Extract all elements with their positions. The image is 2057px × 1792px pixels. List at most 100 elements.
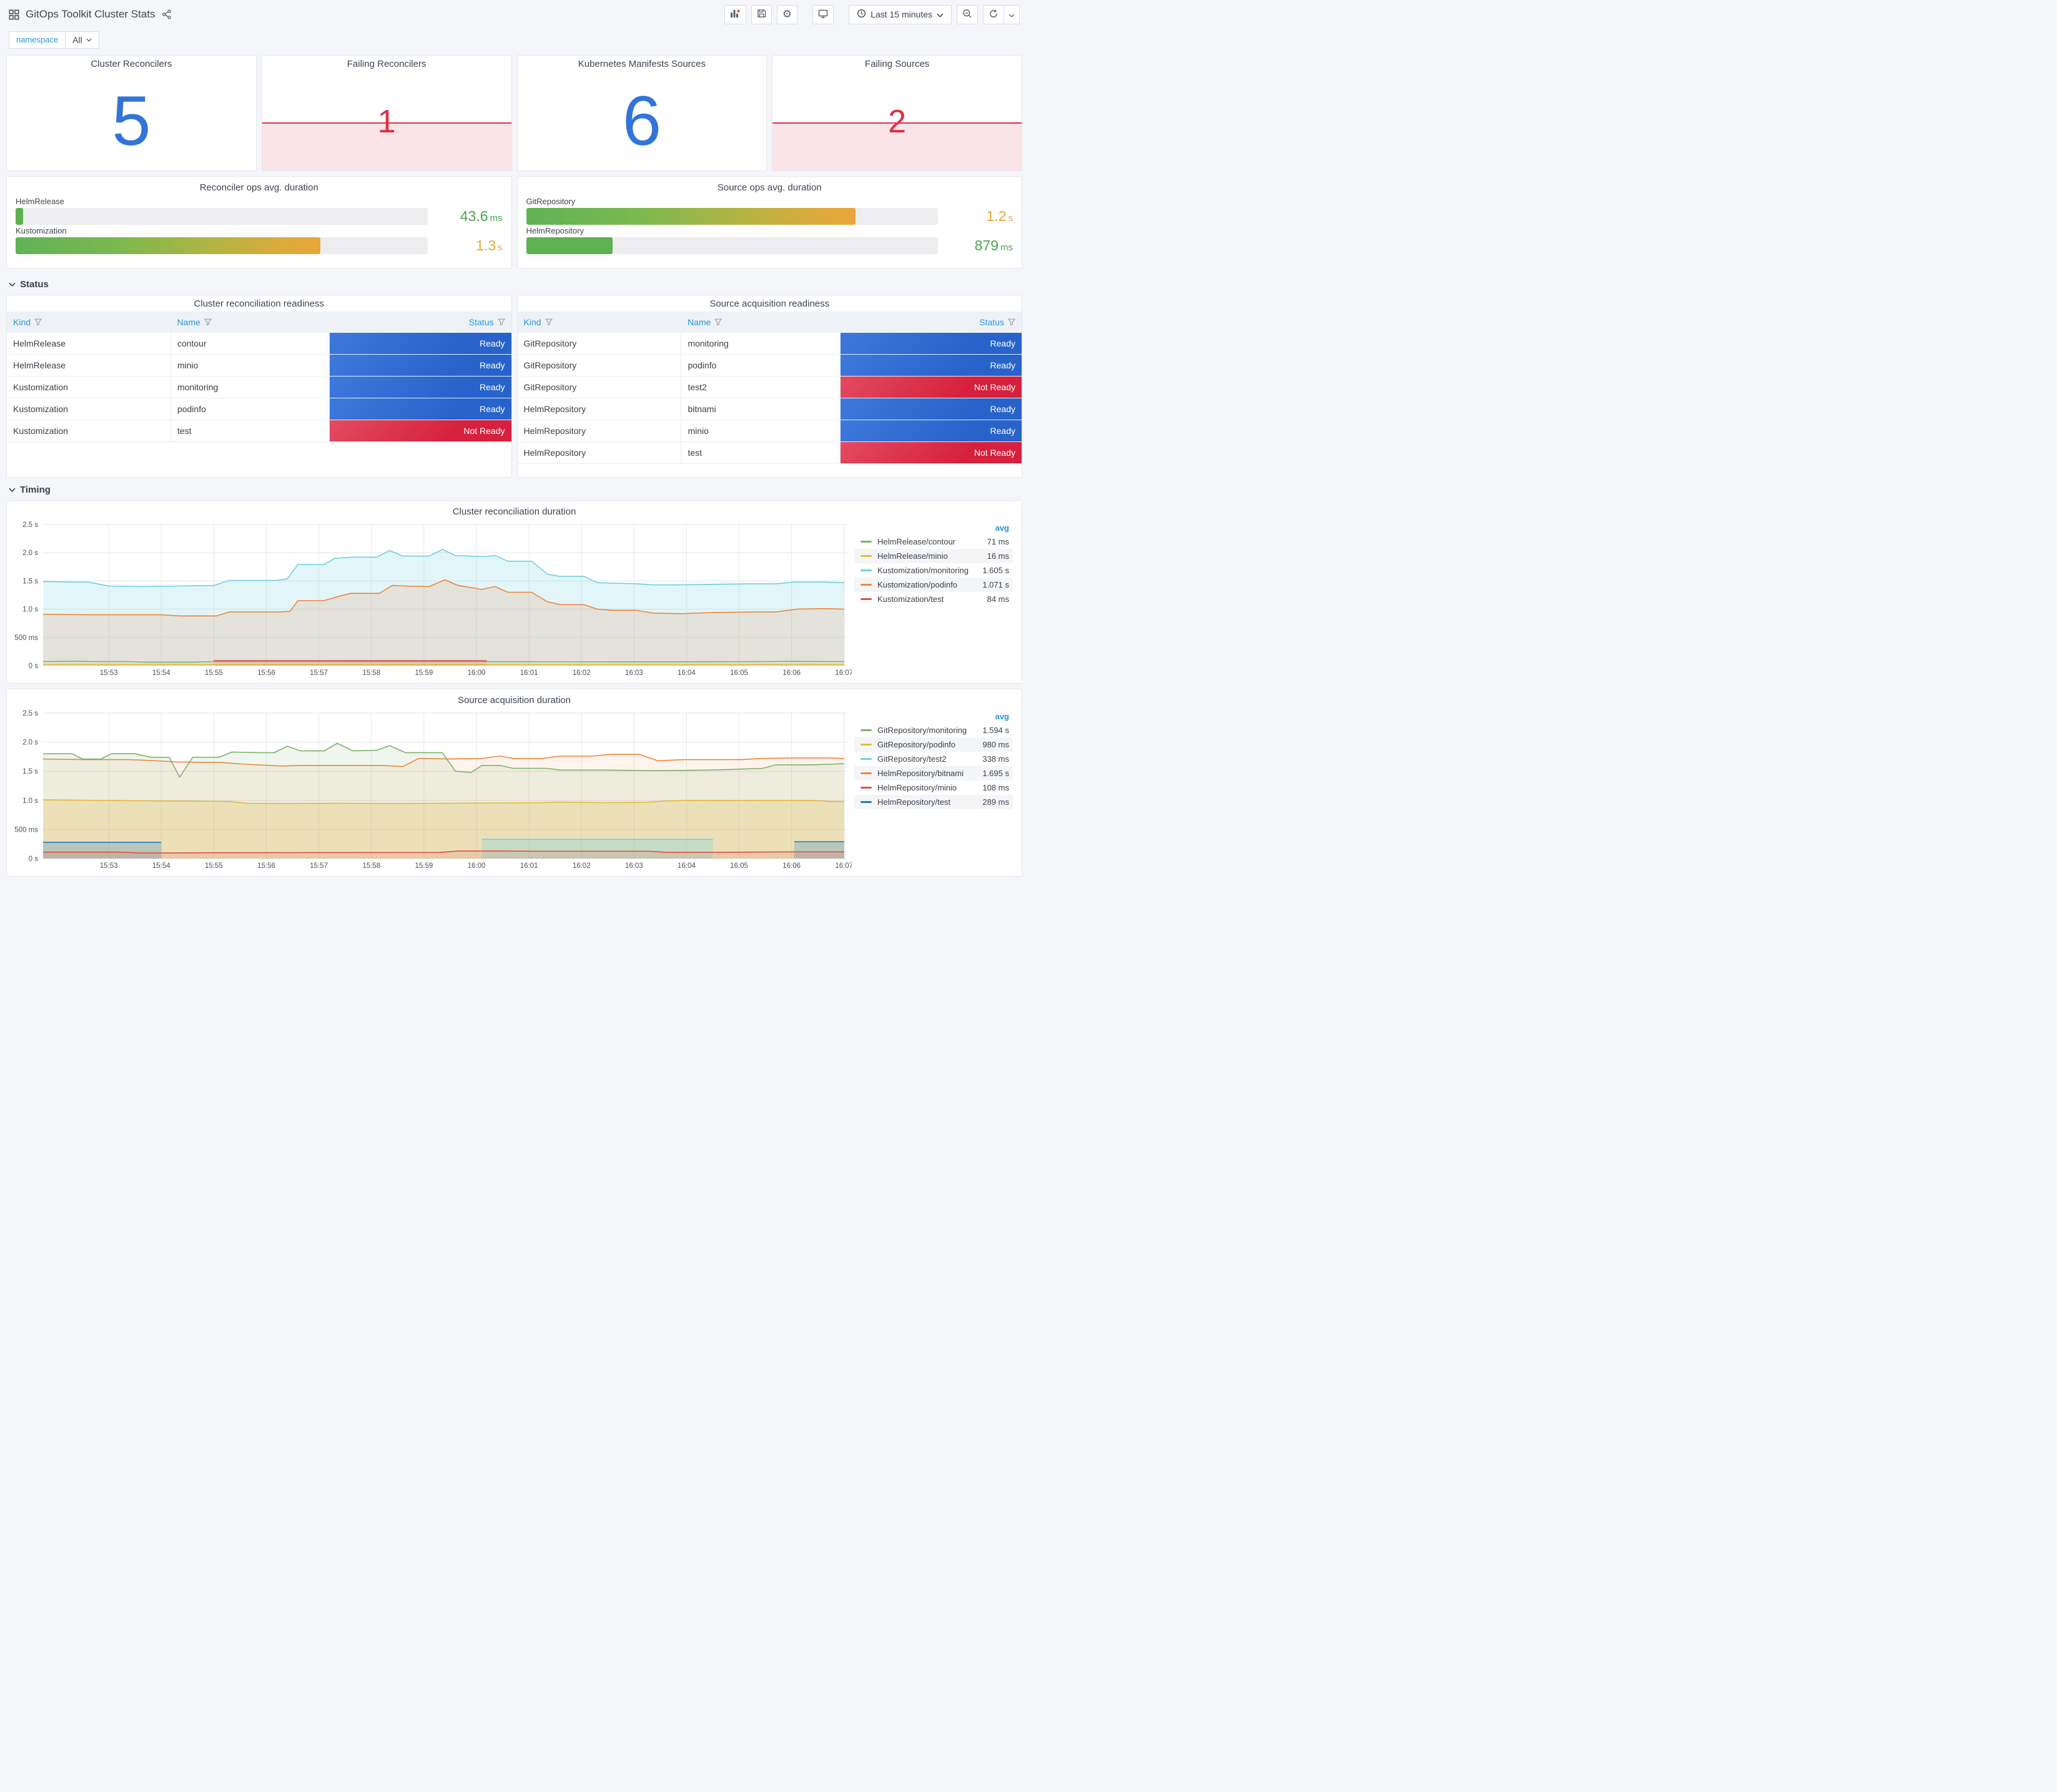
legend-series-avg: 1.594 s [982, 726, 1009, 735]
cell-status: Ready [840, 354, 1022, 377]
plot-area: 0 s 500 ms 1.0 s 1.5 s 2.0 s 2.5 s 15:53 15:54 1… [12, 519, 852, 678]
legend-series-label: GitRepository/monitoring [877, 726, 967, 735]
filter-funnel-icon[interactable] [204, 318, 212, 326]
share-icon[interactable] [162, 9, 172, 19]
plot-area: 0 s 500 ms 1.0 s 1.5 s 2.0 s 2.5 s 15:53 15:54 1… [12, 708, 852, 871]
gauge-value-number: 1.2 [986, 208, 1007, 224]
add-panel-button[interactable] [724, 4, 746, 24]
panel-title[interactable]: Source ops avg. duration [526, 179, 1014, 195]
column-header-name[interactable]: Name [681, 312, 841, 333]
filter-funnel-icon[interactable] [545, 318, 553, 326]
panel-title[interactable]: Source acquisition duration [12, 692, 1017, 708]
cell-status: Ready [329, 354, 511, 377]
table-row: HelmRelease contour Ready [7, 333, 511, 355]
filter-funnel-icon[interactable] [1008, 318, 1015, 326]
variable-value-dropdown[interactable]: All [66, 31, 99, 49]
legend-item[interactable]: GitRepository/podinfo 980 ms [854, 737, 1013, 752]
gauge-value-unit: s [498, 242, 503, 253]
readiness-table: Kind Name Status HelmRelease contour Ready Hel… [7, 312, 511, 442]
table-row: GitRepository monitoring Ready [517, 333, 1022, 355]
legend-item[interactable]: Kustomization/monitoring 1.605 s [854, 563, 1013, 578]
cell-name: contour [170, 333, 330, 355]
dashboard-submenu: namespace All [0, 29, 1028, 55]
legend-item[interactable]: HelmRepository/test 289 ms [854, 795, 1013, 809]
legend-item[interactable]: HelmRepository/bitnami 1.695 s [854, 766, 1013, 780]
panel-title[interactable]: Cluster Reconcilers [7, 56, 256, 72]
stat-panel-1: Failing Reconcilers 1 [261, 55, 512, 171]
panel-title[interactable]: Kubernetes Manifests Sources [518, 56, 767, 72]
filter-funnel-icon[interactable] [497, 318, 505, 326]
gauge-fill [526, 208, 856, 225]
zoom-out-button[interactable] [957, 4, 978, 24]
cell-status: Not Ready [840, 376, 1022, 398]
legend-item[interactable]: HelmRelease/contour 71 ms [854, 534, 1013, 549]
column-header-status[interactable]: Status [329, 312, 511, 333]
legend-item[interactable]: GitRepository/monitoring 1.594 s [854, 723, 1013, 737]
refresh-button[interactable] [983, 4, 1004, 24]
gauge-label: GitRepository [526, 197, 576, 206]
stat-panels-row: Cluster Reconcilers 5 Failing Reconcilers 1… [6, 55, 1022, 171]
cell-kind: GitRepository [517, 376, 682, 398]
legend-item[interactable]: Kustomization/test 84 ms [854, 592, 1013, 606]
panel-title[interactable]: Source acquisition readiness [518, 295, 1022, 312]
status-badge: Not Ready [330, 420, 511, 441]
cycle-view-button[interactable] [812, 4, 834, 24]
cell-name: minio [170, 354, 330, 377]
column-header-label: Name [687, 317, 711, 327]
gauge-value: 879 ms [947, 237, 1013, 254]
svg-text:16:02: 16:02 [573, 862, 591, 870]
legend-series-avg: 1.071 s [982, 580, 1009, 589]
panel-title[interactable]: Cluster reconciliation readiness [7, 295, 511, 312]
stat-value: 1 [377, 103, 396, 140]
gauge-bar-line: 1.2 s [526, 208, 1014, 225]
svg-text:16:00: 16:00 [468, 669, 486, 677]
table-row: Kustomization monitoring Ready [7, 376, 511, 398]
legend-item[interactable]: HelmRelease/minio 16 ms [854, 549, 1013, 563]
panel-title[interactable]: Reconciler ops avg. duration [16, 179, 503, 195]
legend-item[interactable]: GitRepository/test2 338 ms [854, 752, 1013, 766]
gauge-track [16, 237, 428, 254]
dashboard-settings-button[interactable]: ⚙ [776, 4, 798, 24]
chevron-down-icon [9, 282, 16, 287]
legend-item[interactable]: Kustomization/podinfo 1.071 s [854, 578, 1013, 592]
column-header-status[interactable]: Status [840, 312, 1022, 333]
column-header-label: Status [979, 317, 1004, 327]
panel-title[interactable]: Failing Sources [772, 56, 1022, 72]
panel-title[interactable]: Cluster reconciliation duration [12, 503, 1017, 519]
legend-series-avg: 84 ms [987, 594, 1009, 604]
gauge-track [526, 237, 938, 254]
legend-avg-header[interactable]: avg [854, 522, 1013, 534]
dashboard-page: GitOps Toolkit Cluster Stats ⚙ Last 15 m… [0, 0, 1028, 896]
save-dashboard-button[interactable] [751, 4, 772, 24]
legend-series-label: HelmRelease/contour [877, 537, 956, 546]
cell-name: monitoring [170, 376, 330, 398]
column-header-kind[interactable]: Kind [7, 312, 171, 333]
svg-text:16:04: 16:04 [678, 669, 696, 677]
filter-funnel-icon[interactable] [34, 318, 42, 326]
gauge-bar-line: 43.6 ms [16, 208, 503, 225]
legend-series-label: HelmRepository/test [877, 797, 951, 807]
panel-title[interactable]: Failing Reconcilers [262, 56, 511, 72]
filter-funnel-icon[interactable] [714, 318, 723, 326]
variable-selected-value: All [72, 35, 82, 45]
section-row-timing[interactable]: Timing [6, 479, 1022, 500]
column-header-kind[interactable]: Kind [517, 312, 681, 333]
section-row-status[interactable]: Status [6, 273, 1022, 295]
legend-item[interactable]: HelmRepository/minio 108 ms [854, 780, 1013, 795]
status-badge: Ready [840, 420, 1022, 441]
column-header-label: Status [468, 317, 494, 327]
refresh-interval-button[interactable] [1004, 4, 1020, 24]
column-header-name[interactable]: Name [170, 312, 330, 333]
legend-series-swatch [861, 541, 872, 543]
cell-kind: HelmRepository [517, 398, 682, 420]
legend-series-swatch [861, 569, 872, 571]
svg-text:16:06: 16:06 [782, 669, 801, 677]
time-range-picker[interactable]: Last 15 minutes [849, 4, 952, 24]
gauge-fill [16, 237, 321, 254]
svg-text:15:57: 15:57 [310, 669, 328, 677]
gauge-value-unit: s [1008, 213, 1014, 224]
gauge-track [16, 208, 428, 225]
legend-series-swatch [861, 598, 872, 600]
cell-name: bitnami [681, 398, 841, 420]
legend-avg-header[interactable]: avg [854, 711, 1013, 723]
